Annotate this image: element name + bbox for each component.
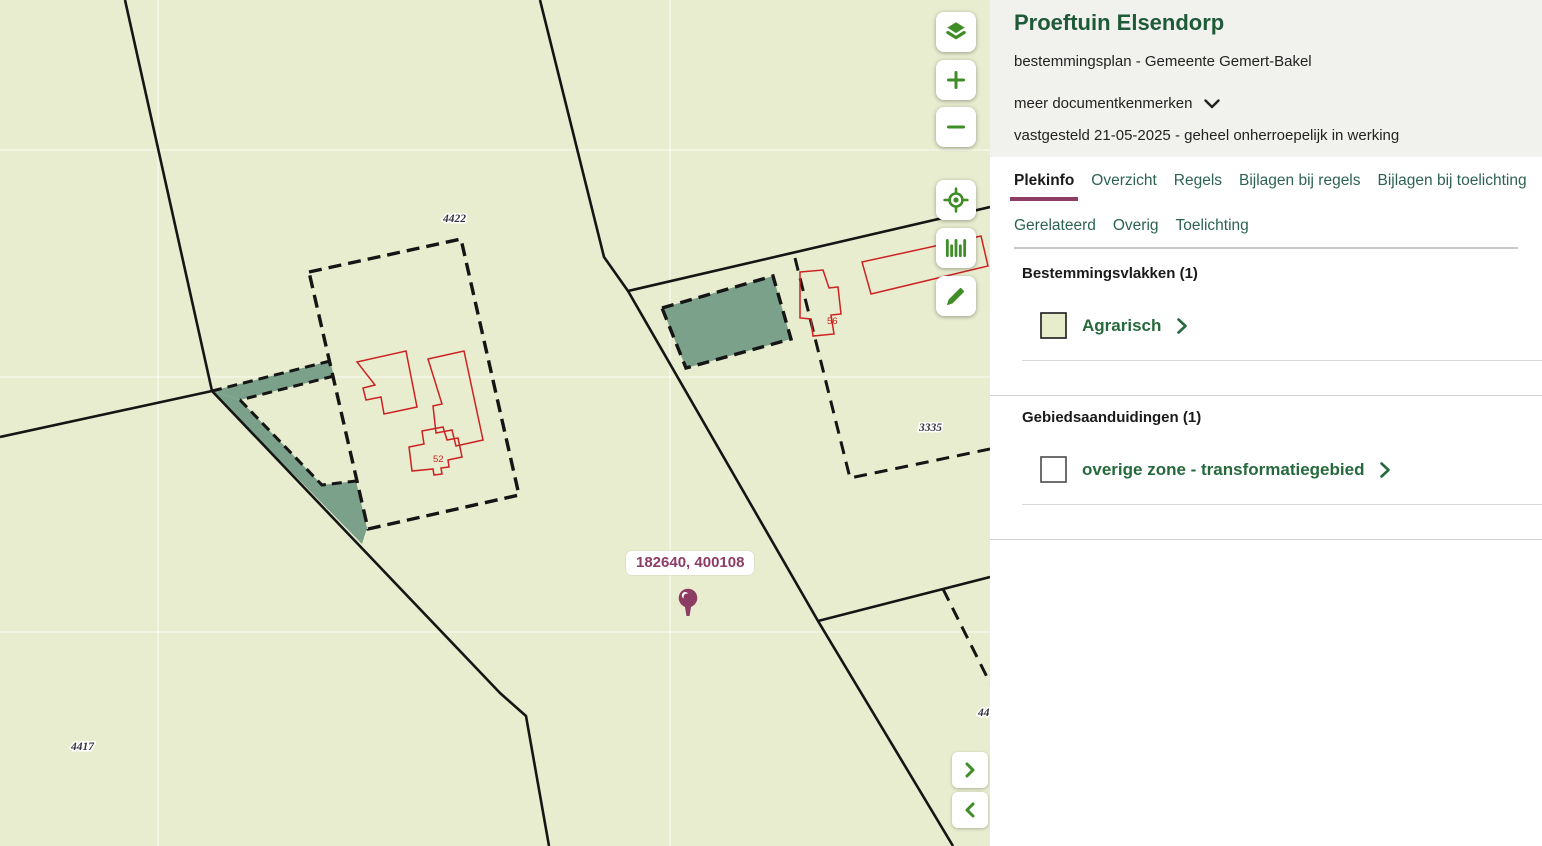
tab-plekinfo[interactable]: Plekinfo (1010, 171, 1078, 201)
crosshair-icon (943, 187, 969, 213)
chevron-right-icon (960, 760, 980, 780)
zone-overlay-rect (662, 276, 791, 368)
measure-icon (943, 235, 969, 261)
section-divider (990, 395, 1542, 396)
tab-row-1: Plekinfo Overzicht Regels Bijlagen bij r… (1014, 171, 1518, 201)
pencil-icon (943, 283, 969, 309)
draw-button[interactable] (936, 276, 976, 316)
chevron-right-icon (1176, 317, 1188, 335)
tab-overzicht[interactable]: Overzicht (1091, 171, 1156, 201)
list-item-overige-zone[interactable]: overige zone - transformatiegebied (1040, 456, 1391, 483)
chevron-left-icon (960, 800, 980, 820)
tab-overig[interactable]: Overig (1113, 216, 1159, 242)
section-divider (990, 539, 1542, 540)
page-title: Proeftuin Elsendorp (1014, 8, 1518, 38)
parcel-lines (0, 0, 990, 846)
app-window: 52 56 4422 4417 3335 44 182640, 400108 (0, 0, 1542, 846)
legend-swatch (1040, 456, 1067, 483)
panel-expand-button[interactable] (952, 792, 988, 828)
panel-collapse-button[interactable] (952, 752, 988, 788)
coordinate-label: 182640, 400108 (626, 551, 754, 575)
parcel-label: 4417 (70, 741, 95, 753)
tab-row-2: Gerelateerd Overig Toelichting (1014, 216, 1518, 242)
tab-bijlagen-bij-regels[interactable]: Bijlagen bij regels (1239, 171, 1361, 201)
legend-swatch (1040, 312, 1067, 339)
zoom-in-button[interactable] (936, 60, 976, 100)
map-canvas[interactable]: 52 56 4422 4417 3335 44 (0, 0, 990, 846)
section-title-bestemmingsvlakken: Bestemmingsvlakken (1) (1022, 265, 1542, 282)
tab-regels[interactable]: Regels (1174, 171, 1222, 201)
measure-button[interactable] (936, 228, 976, 268)
more-link-label: meer documentkenmerken (1014, 94, 1192, 114)
plekinfo-content: Bestemmingsvlakken (1) Agrarisch Gebieds… (990, 265, 1542, 540)
status-line: vastgesteld 21-05-2025 - geheel onherroe… (1014, 126, 1518, 146)
parcel-label: 3335 (918, 422, 942, 434)
item-divider (1022, 504, 1542, 505)
tabs-divider (1014, 247, 1518, 249)
more-document-attributes-link[interactable]: meer documentkenmerken (1014, 94, 1220, 114)
tab-toelichting[interactable]: Toelichting (1176, 216, 1249, 242)
item-label: overige zone - transformatiegebied (1082, 460, 1364, 480)
map-area[interactable]: 52 56 4422 4417 3335 44 182640, 400108 (0, 0, 990, 846)
chevron-right-icon (1379, 461, 1391, 479)
list-item-agrarisch[interactable]: Agrarisch (1040, 312, 1188, 339)
map-marker-icon (677, 588, 699, 618)
map-gridlines (0, 0, 990, 846)
building-label: 56 (827, 316, 838, 327)
parcel-label: 44 (977, 707, 990, 719)
tab-bijlagen-bij-toelichting[interactable]: Bijlagen bij toelichting (1378, 171, 1527, 201)
item-divider (1022, 360, 1542, 361)
building-label: 52 (433, 454, 444, 465)
chevron-down-icon (1204, 99, 1220, 109)
parcel-label: 4422 (442, 213, 466, 225)
plus-icon (944, 68, 968, 92)
layers-button[interactable] (936, 12, 976, 52)
section-title-gebiedsaanduidingen: Gebiedsaanduidingen (1) (1022, 409, 1542, 426)
layers-icon (943, 19, 969, 45)
info-panel: Proeftuin Elsendorp bestemmingsplan - Ge… (990, 0, 1542, 846)
building-outlines (357, 236, 988, 475)
tab-bar: Plekinfo Overzicht Regels Bijlagen bij r… (990, 157, 1542, 249)
zoom-out-button[interactable] (936, 107, 976, 147)
locate-button[interactable] (936, 180, 976, 220)
document-subtitle: bestemmingsplan - Gemeente Gemert-Bakel (1014, 52, 1518, 72)
document-header: Proeftuin Elsendorp bestemmingsplan - Ge… (990, 0, 1542, 157)
tab-gerelateerd[interactable]: Gerelateerd (1014, 216, 1096, 242)
parcel-number-labels: 4422 4417 3335 44 (70, 213, 990, 753)
item-label: Agrarisch (1082, 316, 1161, 336)
minus-icon (944, 115, 968, 139)
